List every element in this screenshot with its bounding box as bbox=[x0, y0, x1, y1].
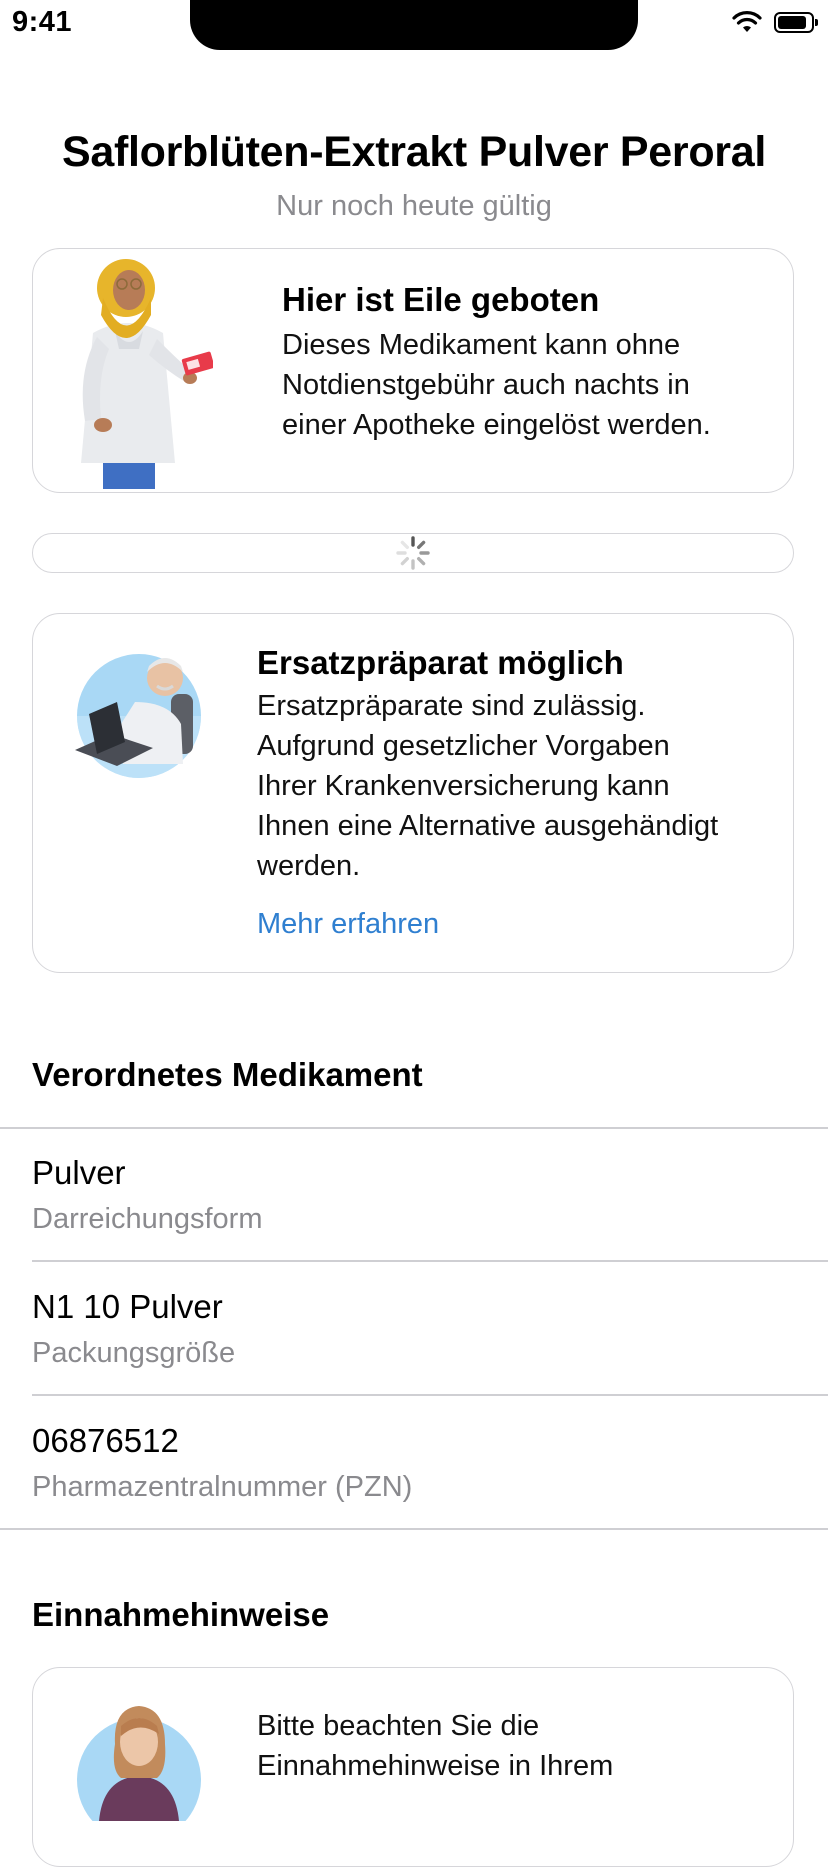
loading-card bbox=[32, 533, 794, 573]
dosage-form-value: Pulver bbox=[32, 1154, 126, 1191]
status-icons bbox=[732, 10, 818, 34]
woman-illustration bbox=[77, 1706, 201, 1821]
urgent-card-body: Dieses Medikament kann ohne Notdienstgeb… bbox=[282, 325, 711, 445]
intake-card-body: Bitte beachten Sie die Einnahmehinweise … bbox=[257, 1706, 613, 1786]
substitute-card-body-line: Ihrer Krankenversicherung kann bbox=[257, 770, 670, 802]
pharmacist-illustration bbox=[81, 259, 213, 489]
doctor-illustration bbox=[75, 654, 201, 778]
substitute-card-heading: Ersatzpräparat möglich bbox=[257, 644, 624, 681]
urgent-card-body-line: Notdienstgebühr auch nachts in bbox=[282, 369, 690, 401]
substitute-card-body: Ersatzpräparate sind zulässig. Aufgrund … bbox=[257, 686, 718, 886]
package-size-value: N1 10 Pulver bbox=[32, 1288, 223, 1325]
substitute-card-body-line: Ersatzpräparate sind zulässig. bbox=[257, 690, 646, 722]
substitute-card-body-line: Ihnen eine Alternative ausgehändigt bbox=[257, 810, 719, 842]
device-notch bbox=[190, 0, 638, 50]
urgent-card-body-line: Dieses Medikament kann ohne bbox=[282, 329, 681, 361]
intake-card-body-line: Einnahmehinweise in Ihrem bbox=[257, 1750, 614, 1782]
page-subtitle: Nur noch heute gültig bbox=[276, 190, 552, 222]
battery-icon bbox=[774, 11, 818, 33]
dosage-form-label: Darreichungsform bbox=[32, 1203, 263, 1235]
urgent-info-card: Hier ist Eile geboten Dieses Medikament … bbox=[32, 248, 794, 493]
divider bbox=[0, 1127, 828, 1129]
status-bar: 9:41 bbox=[0, 0, 828, 60]
urgent-card-heading: Hier ist Eile geboten bbox=[282, 281, 600, 318]
wifi-icon bbox=[732, 11, 762, 32]
divider bbox=[32, 1394, 828, 1396]
substitute-info-card: Ersatzpräparat möglich Ersatzpräparate s… bbox=[32, 613, 794, 973]
substitute-card-body-line: werden. bbox=[257, 850, 361, 882]
urgent-card-body-line: einer Apotheke eingelöst werden. bbox=[282, 409, 711, 441]
status-time: 9:41 bbox=[12, 6, 73, 38]
loading-spinner-icon bbox=[396, 536, 430, 570]
divider bbox=[32, 1260, 828, 1262]
intake-card-body-line: Bitte beachten Sie die bbox=[257, 1710, 540, 1742]
pzn-value: 06876512 bbox=[32, 1422, 179, 1459]
package-size-label: Packungsgröße bbox=[32, 1337, 236, 1369]
substitute-card-body-line: Aufgrund gesetzlicher Vorgaben bbox=[257, 730, 670, 762]
prescribed-section-title: Verordnetes Medikament bbox=[32, 1056, 423, 1093]
intake-section-title: Einnahmehinweise bbox=[32, 1596, 330, 1633]
page-title: Saflorblüten-Extrakt Pulver Peroral bbox=[62, 128, 766, 176]
divider bbox=[0, 1528, 828, 1530]
intake-info-card: Bitte beachten Sie die Einnahmehinweise … bbox=[32, 1667, 794, 1867]
pzn-label: Pharmazentralnummer (PZN) bbox=[32, 1471, 413, 1503]
learn-more-link[interactable]: Mehr erfahren bbox=[257, 908, 439, 941]
